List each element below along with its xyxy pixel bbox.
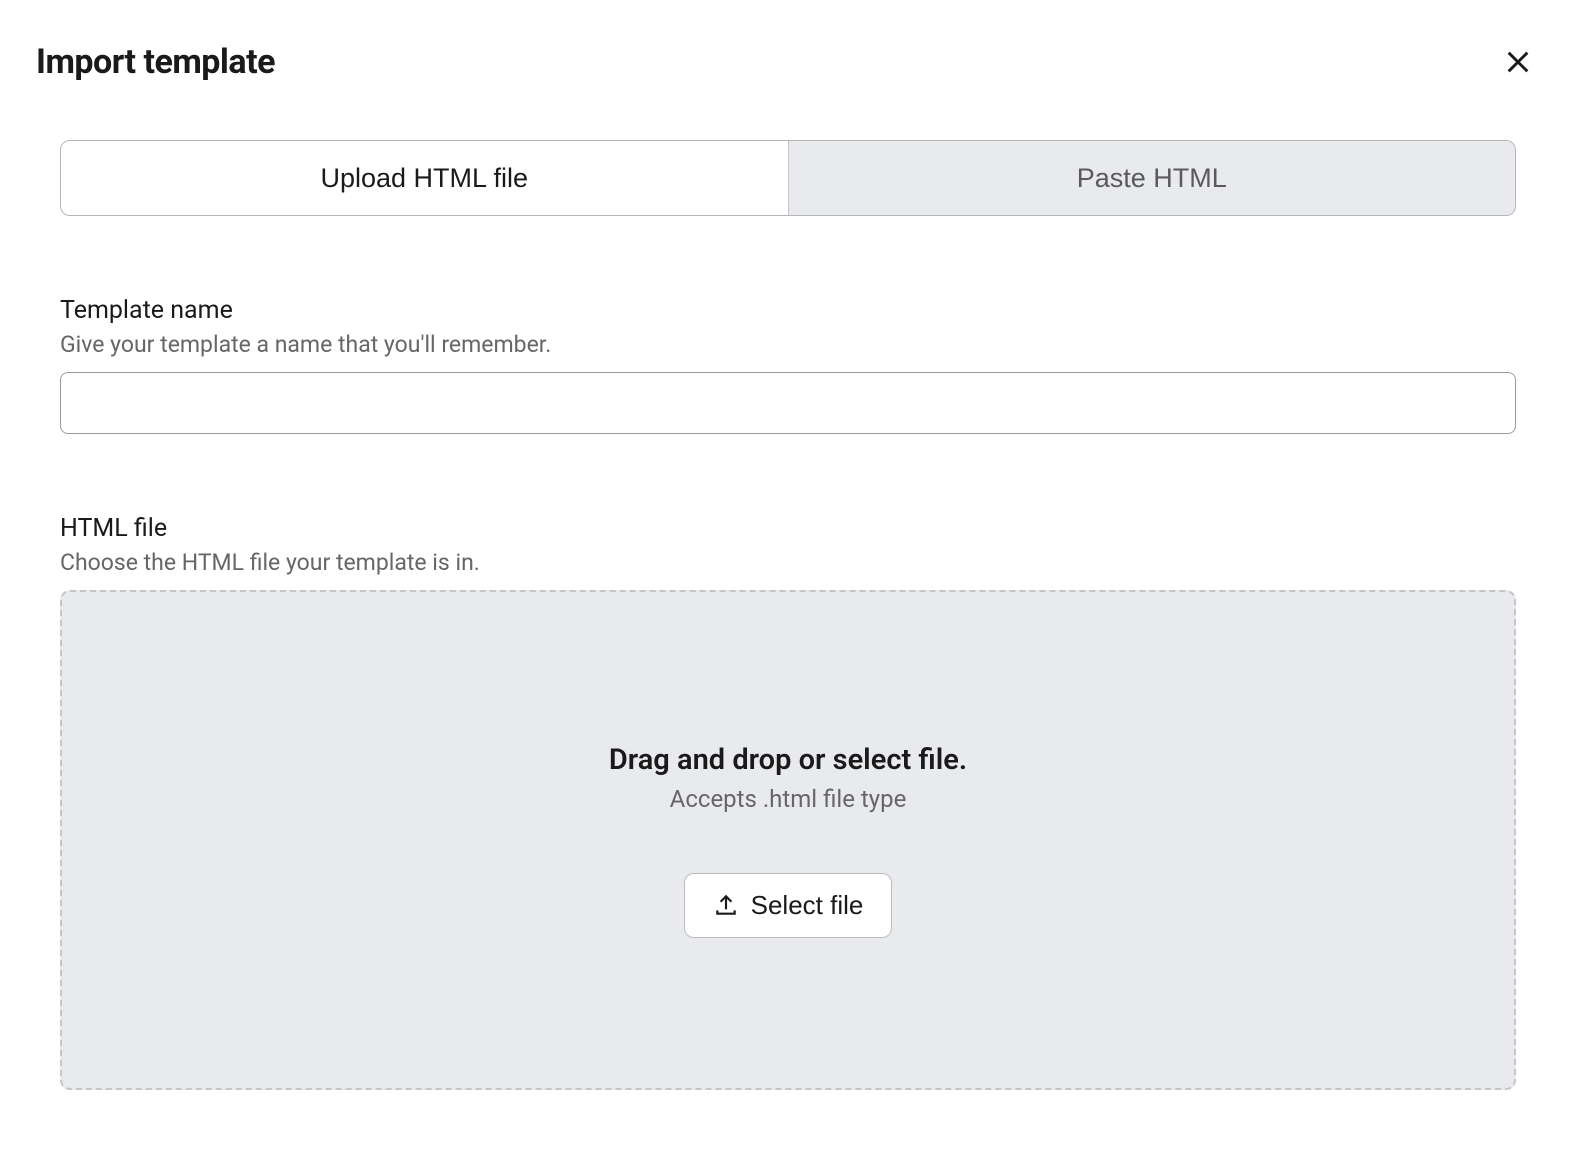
tab-paste-html[interactable]: Paste HTML: [788, 141, 1516, 215]
modal-title: Import template: [36, 42, 275, 82]
modal-content: Upload HTML file Paste HTML Template nam…: [36, 140, 1540, 1090]
select-file-label: Select file: [751, 890, 864, 921]
tab-upload-html-file[interactable]: Upload HTML file: [61, 141, 788, 215]
select-file-button[interactable]: Select file: [684, 873, 893, 938]
upload-icon: [713, 892, 739, 918]
modal-header: Import template: [36, 40, 1540, 84]
close-button[interactable]: [1496, 40, 1540, 84]
html-file-label: HTML file: [60, 514, 1516, 543]
template-name-label: Template name: [60, 296, 1516, 325]
template-name-group: Template name Give your template a name …: [60, 296, 1516, 434]
dropzone-subtitle: Accepts .html file type: [670, 785, 907, 813]
html-file-group: HTML file Choose the HTML file your temp…: [60, 514, 1516, 1090]
template-name-hint: Give your template a name that you'll re…: [60, 331, 1516, 358]
template-name-input[interactable]: [60, 372, 1516, 434]
file-dropzone[interactable]: Drag and drop or select file. Accepts .h…: [60, 590, 1516, 1090]
close-icon: [1504, 48, 1532, 76]
tab-group: Upload HTML file Paste HTML: [60, 140, 1516, 216]
html-file-hint: Choose the HTML file your template is in…: [60, 549, 1516, 576]
dropzone-title: Drag and drop or select file.: [609, 743, 967, 777]
